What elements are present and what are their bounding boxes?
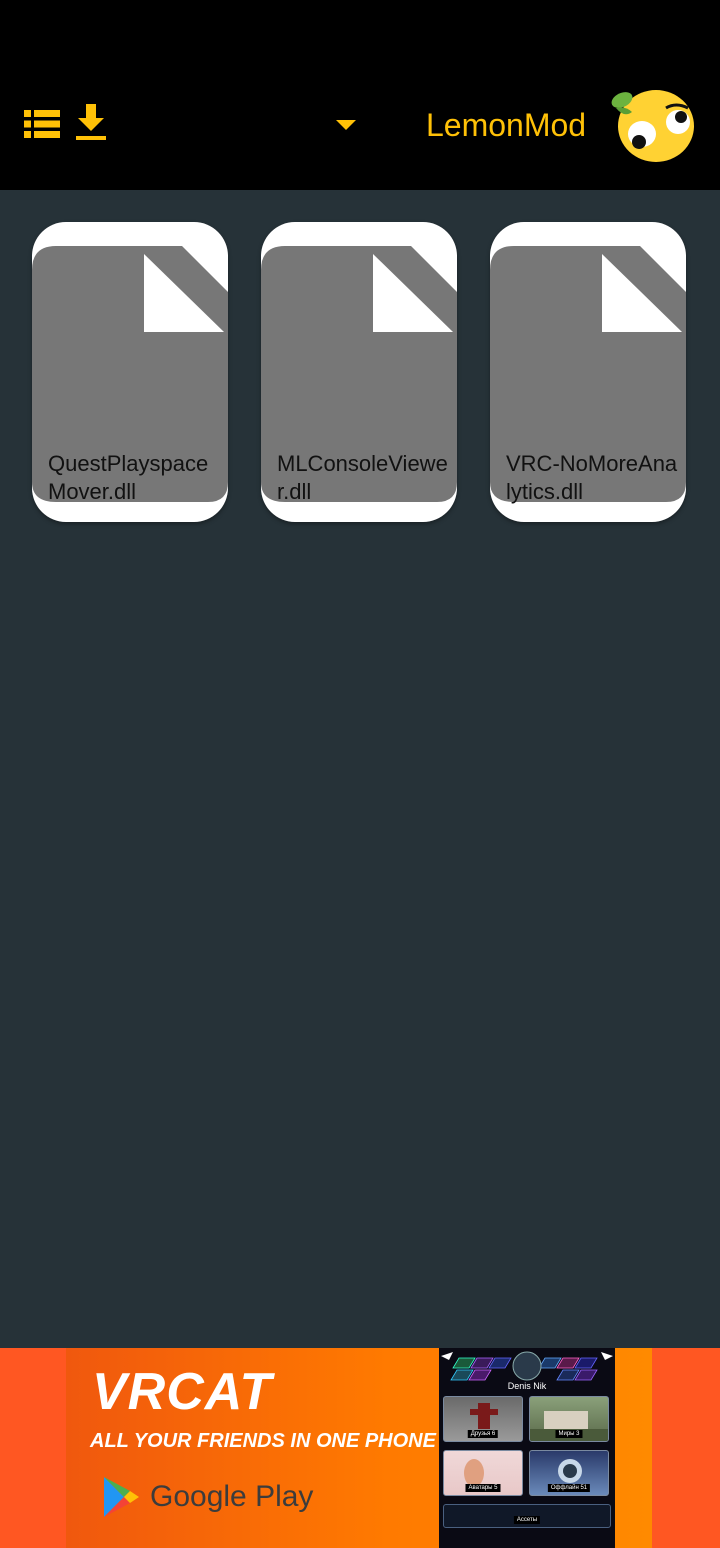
file-name: QuestPlayspaceMover.dll: [48, 451, 209, 504]
file-card[interactable]: MLConsoleViewer.dll: [261, 222, 457, 522]
ad-phone-preview: Denis Nik Друзья 6 Миры 3 Аватары 5 Оффл…: [439, 1348, 615, 1548]
phone-tile: Миры 3: [529, 1396, 609, 1442]
phone-tile: Ассеты: [443, 1504, 611, 1528]
phone-user-name: Denis Nik: [507, 1381, 547, 1391]
phone-tile: Оффлайн 51: [529, 1450, 609, 1496]
file-name: VRC-NoMoreAnalytics.dll: [506, 451, 678, 504]
google-play-label: Google Play: [150, 1480, 314, 1513]
file-card[interactable]: QuestPlayspaceMover.dll: [32, 222, 228, 522]
lemon-logo-icon: [610, 82, 698, 166]
google-play-icon: [102, 1476, 140, 1518]
download-icon[interactable]: [76, 104, 106, 142]
ad-tagline: ALL YOUR FRIENDS IN ONE PHONE: [90, 1430, 436, 1452]
phone-tile-label: Аватары 5: [465, 1484, 501, 1492]
phone-tile-label: Миры 3: [555, 1430, 583, 1438]
list-view-icon[interactable]: [24, 108, 60, 140]
phone-tile: Друзья 6: [443, 1396, 523, 1442]
phone-tile-label: Оффлайн 51: [547, 1484, 591, 1492]
phone-tile: Аватары 5: [443, 1450, 523, 1496]
file-card[interactable]: VRC-NoMoreAnalytics.dll: [490, 222, 686, 522]
phone-tile-label: Друзья 6: [467, 1430, 499, 1438]
ad-banner[interactable]: VRCAT ALL YOUR FRIENDS IN ONE PHONE Goog…: [0, 1348, 720, 1548]
top-app-bar: LemonMod: [0, 0, 720, 190]
dropdown-caret-icon[interactable]: [334, 118, 358, 132]
phone-tile-label: Ассеты: [513, 1516, 541, 1524]
file-name: MLConsoleViewer.dll: [277, 451, 448, 504]
app-title: LemonMod: [426, 107, 587, 143]
ad-title: VRCAT: [92, 1363, 273, 1421]
